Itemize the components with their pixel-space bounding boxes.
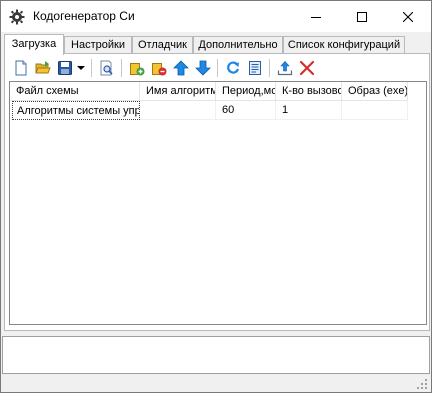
- tab-label: Отладчик: [138, 39, 187, 51]
- table-header: Файл схемы Имя алгоритма Период,мс К-во …: [10, 82, 426, 101]
- cell-call-count[interactable]: 1: [276, 101, 342, 120]
- delete-button[interactable]: [297, 58, 317, 78]
- close-icon: [403, 11, 413, 22]
- toolbar-separator: [269, 59, 270, 77]
- remove-item-icon: [152, 63, 167, 76]
- list-icon: [249, 61, 261, 75]
- list-button[interactable]: [245, 58, 265, 78]
- toolbar: [9, 56, 427, 80]
- tab-config-list[interactable]: Список конфигураций: [283, 36, 405, 54]
- column-header-call-count[interactable]: К-во вызовов: [276, 82, 342, 101]
- window-title: Кодогенератор Си: [33, 9, 135, 23]
- cell-exe-image[interactable]: [342, 101, 408, 120]
- tab-label: Загрузка: [11, 38, 57, 50]
- table-row[interactable]: Алгоритмы системы управления 60 1: [10, 101, 426, 120]
- arrow-down-icon: [195, 60, 211, 76]
- loading-panel: Файл схемы Имя алгоритма Период,мс К-во …: [4, 54, 430, 331]
- save-button[interactable]: [55, 58, 75, 78]
- magnifier-page-icon: [100, 60, 113, 76]
- column-header-algorithm-name[interactable]: Имя алгоритма: [140, 82, 216, 101]
- tab-loading[interactable]: Загрузка: [4, 34, 64, 55]
- tab-label: Дополнительно: [198, 39, 278, 51]
- delete-x-icon: [299, 60, 315, 76]
- arrow-up-icon: [173, 60, 189, 76]
- preview-button[interactable]: [97, 58, 117, 78]
- maximize-icon: [357, 11, 367, 22]
- open-button[interactable]: [33, 58, 53, 78]
- open-folder-icon: [35, 61, 51, 74]
- export-icon: [277, 61, 293, 76]
- refresh-button[interactable]: [223, 58, 243, 78]
- dropdown-arrow-icon: [77, 66, 85, 70]
- minimize-icon: [311, 16, 321, 18]
- column-header-exe-image[interactable]: Образ (exe): [342, 82, 408, 101]
- status-bar: [2, 375, 430, 392]
- move-down-button[interactable]: [193, 58, 213, 78]
- cell-period[interactable]: 60: [216, 101, 276, 120]
- close-button[interactable]: [385, 1, 431, 32]
- maximize-button[interactable]: [339, 1, 385, 32]
- tab-label: Список конфигураций: [287, 39, 401, 51]
- resize-grip-icon[interactable]: [416, 378, 428, 390]
- column-header-period[interactable]: Период,мс: [216, 82, 276, 101]
- cell-algorithm-name[interactable]: [140, 101, 216, 120]
- add-item-icon: [130, 63, 145, 76]
- tab-debugger[interactable]: Отладчик: [132, 36, 193, 54]
- save-dropdown-button[interactable]: [75, 58, 87, 78]
- tab-additional[interactable]: Дополнительно: [193, 36, 283, 54]
- remove-button[interactable]: [149, 58, 169, 78]
- move-up-button[interactable]: [171, 58, 191, 78]
- minimize-button[interactable]: [293, 1, 339, 32]
- column-header-scheme-file[interactable]: Файл схемы: [10, 82, 140, 101]
- tab-strip: Загрузка Настройки Отладчик Дополнительн…: [2, 34, 430, 55]
- export-button[interactable]: [275, 58, 295, 78]
- gear-icon: [9, 9, 25, 25]
- add-button[interactable]: [127, 58, 147, 78]
- title-bar[interactable]: Кодогенератор Си: [1, 1, 431, 32]
- message-area[interactable]: [2, 336, 430, 374]
- toolbar-separator: [121, 59, 122, 77]
- refresh-icon: [227, 61, 240, 74]
- app-window: Кодогенератор Си Загрузка Настройки Отла…: [0, 0, 432, 393]
- tab-label: Настройки: [71, 39, 125, 51]
- tab-settings[interactable]: Настройки: [64, 36, 132, 54]
- toolbar-separator: [217, 59, 218, 77]
- floppy-disk-icon: [58, 61, 72, 75]
- new-file-button[interactable]: [11, 58, 31, 78]
- cell-scheme-file[interactable]: Алгоритмы системы управления: [12, 101, 140, 120]
- new-document-icon: [15, 60, 27, 76]
- schemes-table[interactable]: Файл схемы Имя алгоритма Период,мс К-во …: [9, 81, 427, 325]
- toolbar-separator: [91, 59, 92, 77]
